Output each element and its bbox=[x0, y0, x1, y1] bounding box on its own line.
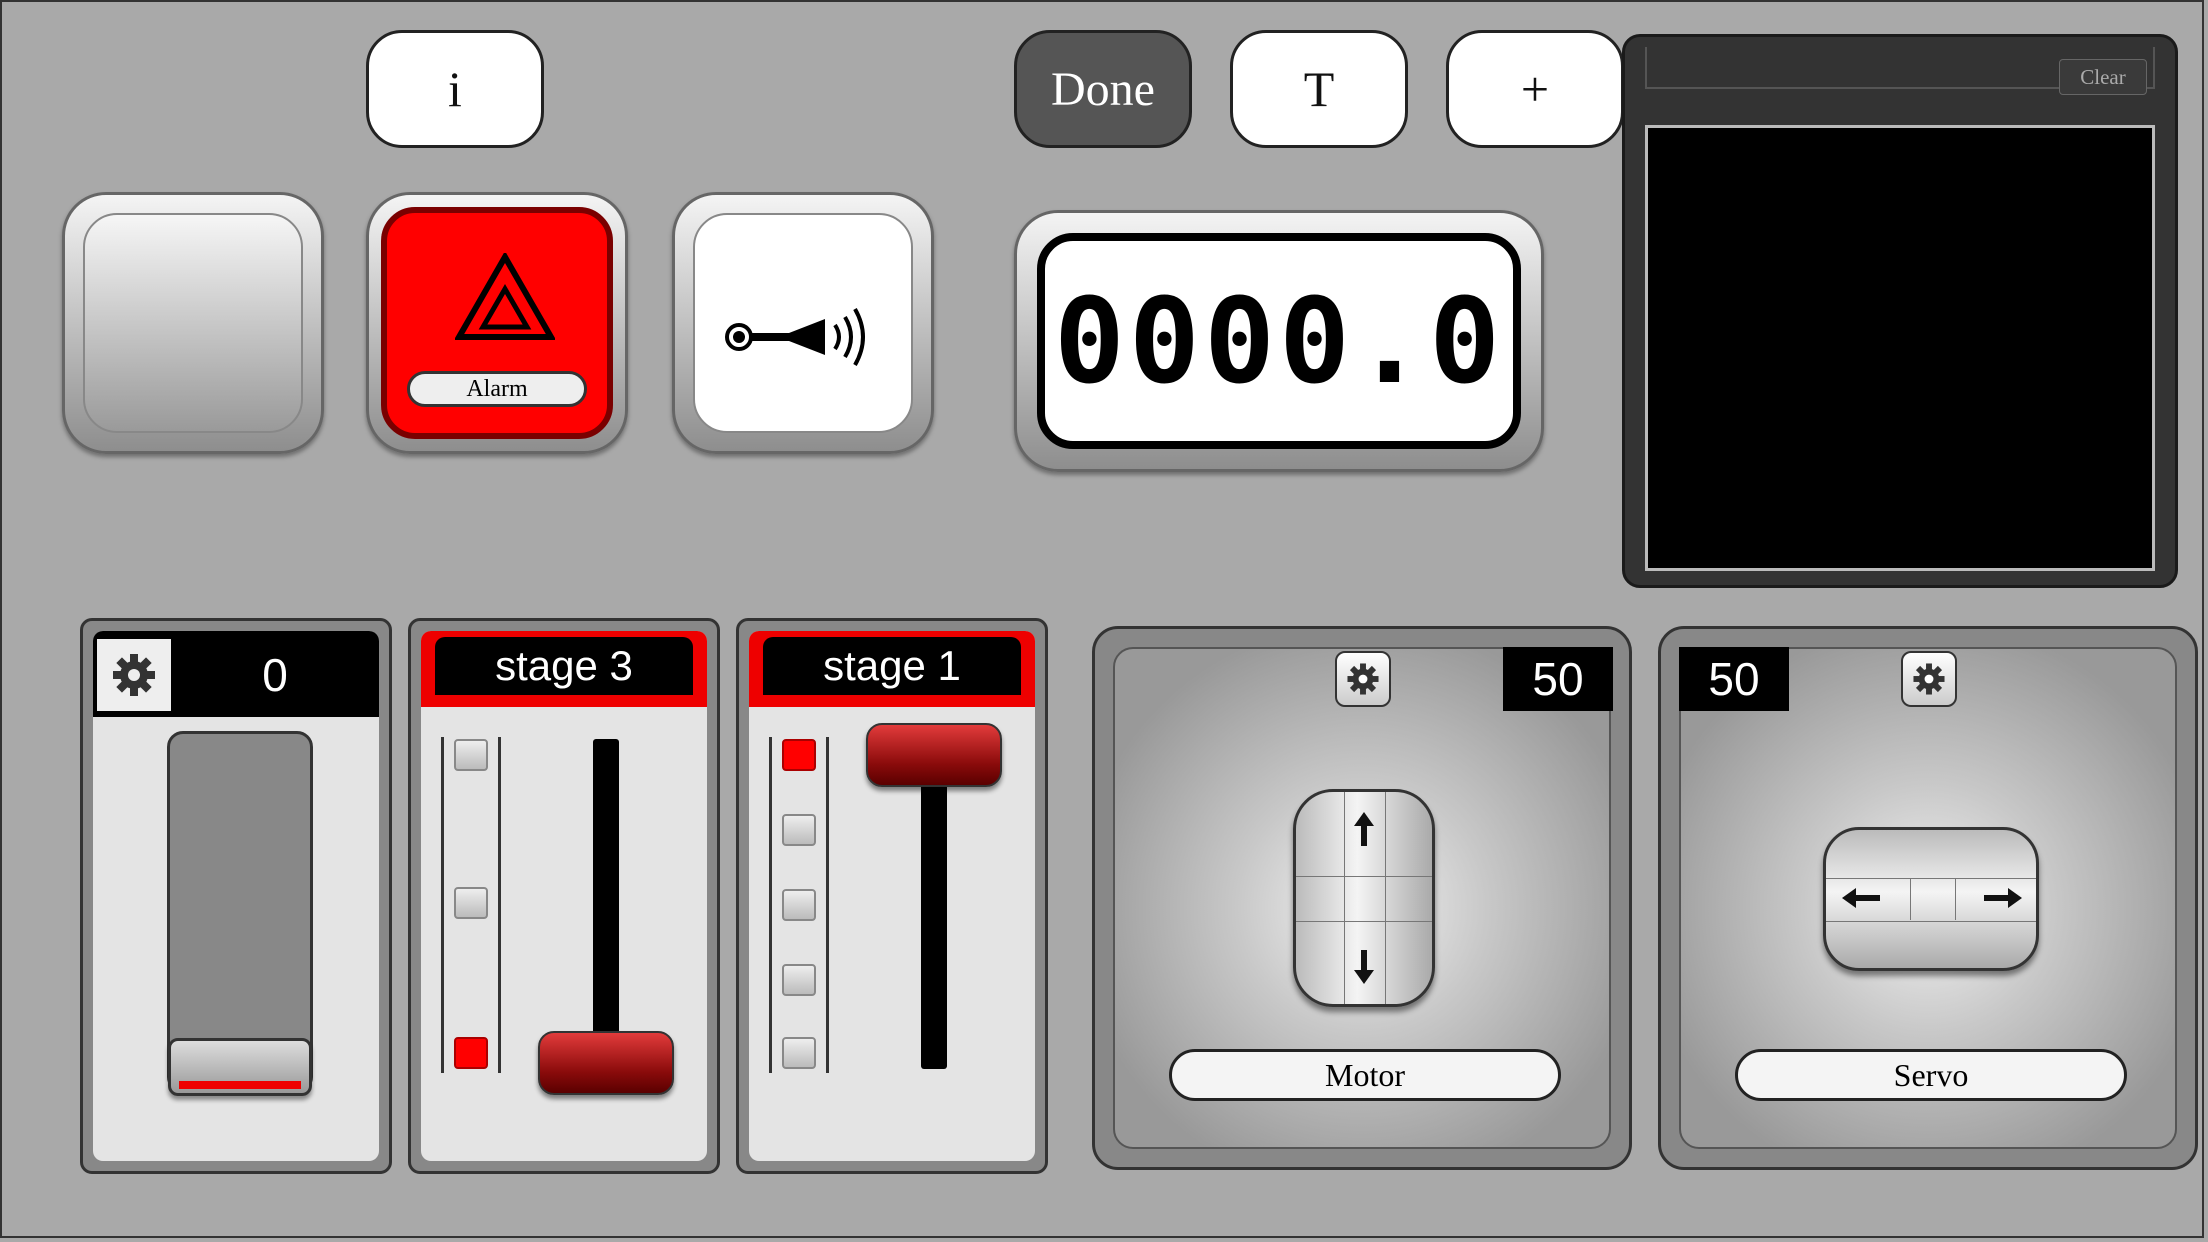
slider-handle[interactable] bbox=[168, 1038, 312, 1096]
motor-label: Motor bbox=[1169, 1049, 1561, 1101]
alarm-label-text: Alarm bbox=[466, 375, 528, 402]
stage3-fader-rail[interactable] bbox=[593, 739, 619, 1059]
alarm-label: Alarm bbox=[407, 371, 587, 407]
servo-settings-button[interactable] bbox=[1901, 651, 1957, 707]
stage1-fader-knob[interactable] bbox=[866, 723, 1002, 787]
arrow-up-icon bbox=[1354, 812, 1374, 846]
motor-label-text: Motor bbox=[1325, 1056, 1405, 1093]
blank-button[interactable] bbox=[62, 192, 324, 454]
stage3-fader-knob[interactable] bbox=[538, 1031, 674, 1095]
stage1-led-1 bbox=[782, 1037, 816, 1069]
stage1-led-5 bbox=[782, 739, 816, 771]
alarm-button-face: Alarm bbox=[381, 207, 613, 439]
servo-label: Servo bbox=[1735, 1049, 2127, 1101]
horn-icon bbox=[725, 308, 865, 366]
info-button[interactable]: i bbox=[366, 30, 544, 148]
arrow-left-icon bbox=[1842, 888, 1880, 908]
motor-settings-button[interactable] bbox=[1335, 651, 1391, 707]
done-button[interactable]: Done bbox=[1014, 30, 1192, 148]
stage3-led-2 bbox=[454, 887, 488, 919]
slider-value: 0 bbox=[262, 649, 288, 701]
slider-panel-body: 0 bbox=[93, 631, 379, 1161]
info-button-label: i bbox=[448, 61, 462, 117]
stage1-label: stage 1 bbox=[763, 637, 1021, 695]
stage1-panel-body: stage 1 bbox=[749, 631, 1035, 1161]
horn-button[interactable] bbox=[672, 192, 934, 454]
stage1-led-3 bbox=[782, 889, 816, 921]
stage1-panel: stage 1 bbox=[736, 618, 1048, 1174]
stage3-led-3 bbox=[454, 739, 488, 771]
motor-joystick-center bbox=[1296, 876, 1432, 922]
stage3-label: stage 3 bbox=[435, 637, 693, 695]
stage1-led-track bbox=[769, 737, 829, 1073]
blank-button-face bbox=[83, 213, 303, 433]
arrow-down-icon bbox=[1354, 950, 1374, 984]
done-button-label: Done bbox=[1051, 62, 1155, 116]
horn-button-face bbox=[693, 213, 913, 433]
arrow-right-icon bbox=[1984, 888, 2022, 908]
gear-icon bbox=[1347, 663, 1379, 695]
stage1-led-4 bbox=[782, 814, 816, 846]
display-value: 0000.0 bbox=[1037, 233, 1521, 449]
hazard-icon bbox=[455, 253, 555, 340]
servo-label-text: Servo bbox=[1893, 1056, 1969, 1093]
add-button[interactable]: + bbox=[1446, 30, 1624, 148]
servo-joystick[interactable] bbox=[1823, 827, 2039, 971]
stage1-led-2 bbox=[782, 964, 816, 996]
motor-joystick[interactable] bbox=[1293, 789, 1435, 1007]
slider-track[interactable] bbox=[167, 731, 313, 1096]
servo-value: 50 bbox=[1679, 647, 1789, 711]
stage3-panel-body: stage 3 bbox=[421, 631, 707, 1161]
stage3-led-track bbox=[441, 737, 501, 1073]
add-button-label: + bbox=[1520, 61, 1550, 117]
gear-icon bbox=[1913, 663, 1945, 695]
servo-panel: 50 Servo bbox=[1658, 626, 2198, 1170]
stage3-led-1 bbox=[454, 1037, 488, 1069]
clear-button[interactable]: Clear bbox=[2059, 59, 2147, 95]
servo-joystick-center bbox=[1910, 878, 1956, 920]
stage1-header: stage 1 bbox=[749, 631, 1035, 707]
stage3-header: stage 3 bbox=[421, 631, 707, 707]
numeric-display: 0000.0 bbox=[1014, 210, 1544, 472]
stage3-panel: stage 3 bbox=[408, 618, 720, 1174]
text-button-label: T bbox=[1303, 61, 1335, 117]
clear-button-label: Clear bbox=[2080, 64, 2126, 89]
motor-panel: 50 Motor bbox=[1092, 626, 1632, 1170]
stage1-fader-rail[interactable] bbox=[921, 761, 947, 1069]
console-panel: Clear bbox=[1622, 34, 2178, 588]
motor-value: 50 bbox=[1503, 647, 1613, 711]
gear-icon bbox=[113, 654, 155, 696]
text-button[interactable]: T bbox=[1230, 30, 1408, 148]
slider-level-indicator bbox=[179, 1081, 301, 1089]
slider-settings-button[interactable] bbox=[97, 639, 171, 711]
console-screen bbox=[1645, 125, 2155, 571]
slider-panel: 0 bbox=[80, 618, 392, 1174]
alarm-button[interactable]: Alarm bbox=[366, 192, 628, 454]
